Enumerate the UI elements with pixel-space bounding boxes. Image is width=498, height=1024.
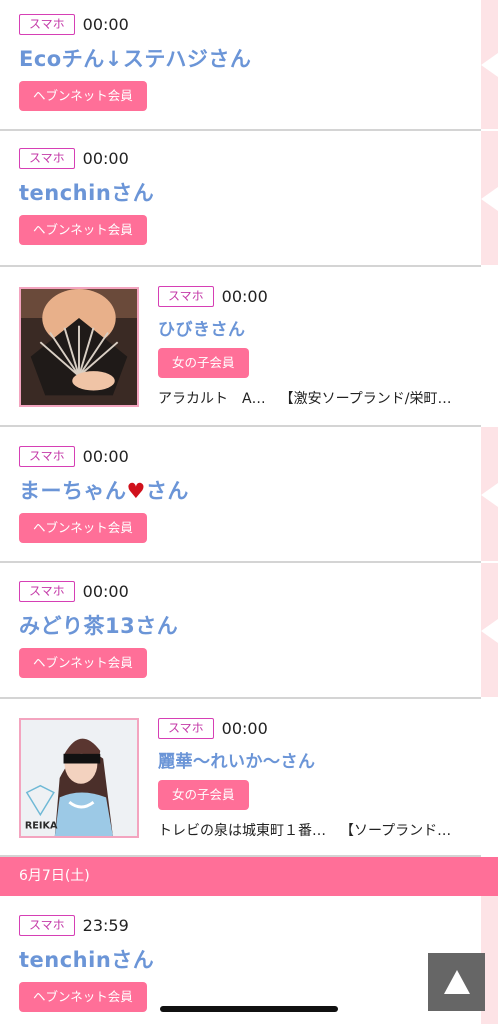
user-name[interactable]: tenchinさん — [19, 177, 154, 207]
post-time: 00:00 — [82, 15, 129, 34]
user-name[interactable]: みどり茶13さん — [19, 610, 178, 640]
post-time: 00:00 — [82, 582, 129, 601]
member-tag: ヘブンネット会員 — [19, 982, 147, 1012]
post-time: 00:00 — [82, 149, 129, 168]
user-name[interactable]: Ecoチん↓ステハジさん — [19, 43, 251, 73]
device-badge: スマホ — [158, 718, 214, 739]
post-time: 23:59 — [82, 916, 129, 935]
user-name[interactable]: tenchinさん — [19, 944, 154, 974]
list-item[interactable]: REIKA スマホ 00:00 麗華〜れいか〜さん 女の子会員 トレビの泉は城東… — [0, 699, 481, 857]
shop-info[interactable]: トレビの泉は城東町１番… 【ソープランド… — [158, 820, 476, 840]
device-badge: スマホ — [158, 286, 214, 307]
member-tag: ヘブンネット会員 — [19, 648, 147, 678]
member-tag: 女の子会員 — [158, 348, 249, 378]
shop-info[interactable]: アラカルト A… 【激安ソープランド/栄町… — [158, 388, 476, 408]
member-tag: 女の子会員 — [158, 780, 249, 810]
heart-icon: ♥ — [126, 479, 146, 503]
side-strip — [481, 0, 498, 129]
member-tag: ヘブンネット会員 — [19, 81, 147, 111]
user-name-suffix: さん — [145, 479, 189, 503]
post-time: 00:00 — [221, 287, 268, 306]
shop-name: トレビの泉は城東町１番… — [158, 823, 326, 839]
profile-photo[interactable]: REIKA — [19, 718, 139, 838]
user-name[interactable]: 麗華〜れいか〜さん — [158, 747, 476, 772]
device-badge: スマホ — [19, 14, 75, 35]
list-item[interactable]: スマホ 00:00 ひびきさん 女の子会員 アラカルト A… 【激安ソープランド/… — [0, 267, 481, 427]
home-indicator[interactable] — [160, 1006, 338, 1012]
list-item[interactable]: スマホ 00:00 Ecoチん↓ステハジさん ヘブンネット会員 — [0, 0, 498, 131]
profile-photo[interactable] — [19, 287, 139, 407]
device-badge: スマホ — [19, 148, 75, 169]
up-triangle-icon — [443, 970, 470, 994]
list-item[interactable]: スマホ 00:00 まーちゃん♥さん ヘブンネット会員 — [0, 427, 498, 563]
device-badge: スマホ — [19, 446, 75, 467]
list-item[interactable]: スマホ 00:00 tenchinさん ヘブンネット会員 — [0, 131, 498, 267]
member-tag: ヘブンネット会員 — [19, 513, 147, 543]
scroll-to-top-button[interactable] — [428, 953, 485, 1011]
list-item[interactable]: スマホ 23:59 tenchinさん ヘブンネット会員 — [0, 896, 498, 1024]
post-time: 00:00 — [82, 447, 129, 466]
photo-watermark: REIKA — [25, 820, 58, 831]
device-badge: スマホ — [19, 915, 75, 936]
shop-name: アラカルト A… — [158, 391, 266, 407]
side-strip — [481, 427, 498, 561]
message-list: スマホ 00:00 Ecoチん↓ステハジさん ヘブンネット会員 スマホ 00:0… — [0, 0, 498, 1024]
list-item[interactable]: スマホ 00:00 みどり茶13さん ヘブンネット会員 — [0, 563, 498, 699]
user-name[interactable]: ひびきさん — [158, 315, 476, 340]
date-header: 6月7日(土) — [0, 857, 498, 896]
photo-image — [21, 289, 137, 405]
post-time: 00:00 — [221, 719, 268, 738]
user-name-text: まーちゃん — [19, 479, 127, 503]
photo-image: REIKA — [21, 720, 137, 836]
device-badge: スマホ — [19, 581, 75, 602]
shop-category: 【ソープランド… — [340, 823, 452, 839]
side-strip — [481, 563, 498, 697]
user-name[interactable]: まーちゃん♥さん — [19, 475, 189, 505]
member-tag: ヘブンネット会員 — [19, 215, 147, 245]
side-strip — [481, 131, 498, 265]
shop-category: 【激安ソープランド/栄町… — [279, 391, 452, 407]
